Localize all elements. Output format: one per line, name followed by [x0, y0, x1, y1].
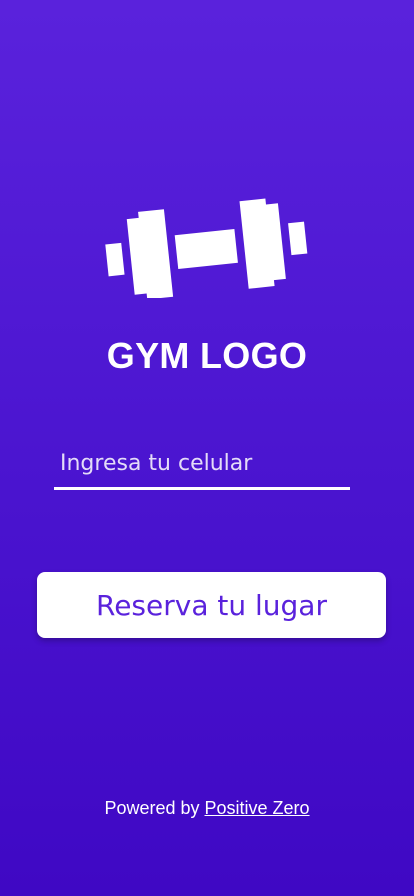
powered-by-text: Powered by [104, 798, 200, 818]
brand-title: GYM LOGO [106, 335, 308, 376]
footer: Powered by Positive Zero [0, 796, 414, 820]
reserve-button[interactable]: Reserva tu lugar [37, 572, 386, 638]
phone-input[interactable] [54, 440, 350, 490]
dumbbell-icon [105, 198, 308, 298]
positive-zero-link[interactable]: Positive Zero [205, 798, 310, 818]
